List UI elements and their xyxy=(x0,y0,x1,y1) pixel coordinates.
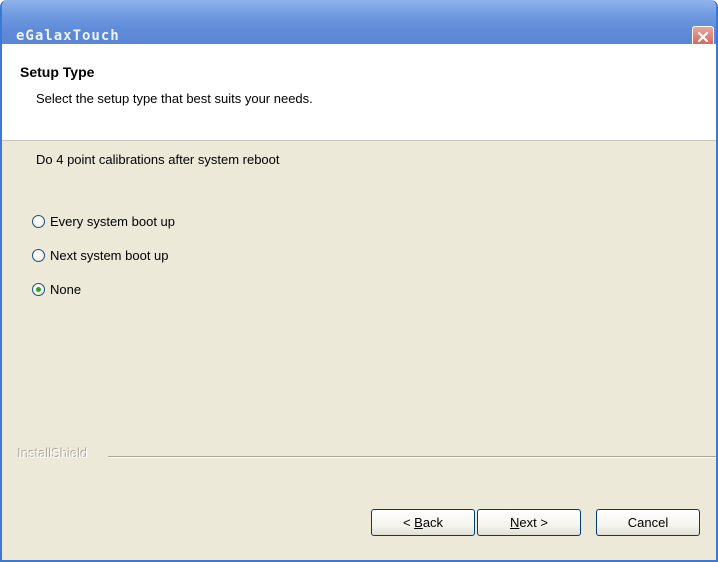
option-label: None xyxy=(50,281,82,297)
next-button[interactable]: Next > xyxy=(477,509,581,536)
next-button-label: ext > xyxy=(519,515,548,530)
page-title: Setup Type xyxy=(20,64,95,80)
calibration-prompt: Do 4 point calibrations after system reb… xyxy=(36,152,280,167)
cancel-button[interactable]: Cancel xyxy=(596,509,700,536)
window-title: eGalaxTouch xyxy=(16,28,120,44)
next-button-mnemonic: N xyxy=(510,515,520,530)
radio-next-boot[interactable] xyxy=(32,248,45,262)
back-button[interactable]: < Back xyxy=(371,509,475,536)
back-button-mnemonic: B xyxy=(414,515,423,530)
radio-none[interactable] xyxy=(32,282,45,296)
radio-selected-dot xyxy=(36,286,41,292)
option-next-boot[interactable]: Next system boot up xyxy=(32,245,169,265)
close-icon xyxy=(697,31,709,43)
option-label: Every system boot up xyxy=(50,213,175,229)
option-none[interactable]: None xyxy=(32,279,81,299)
setup-dialog: eGalaxTouch Setup Type Select the setup … xyxy=(0,0,718,562)
dialog-header: Setup Type Select the setup type that be… xyxy=(2,44,716,141)
divider xyxy=(108,456,716,458)
installshield-label: InstallShield xyxy=(18,446,89,461)
option-every-boot[interactable]: Every system boot up xyxy=(32,211,175,231)
page-subtitle: Select the setup type that best suits yo… xyxy=(36,91,313,106)
back-button-label: ack xyxy=(422,515,444,530)
option-label: Next system boot up xyxy=(50,247,169,263)
back-button-prefix: < xyxy=(402,515,415,530)
title-bar[interactable]: eGalaxTouch xyxy=(2,0,716,48)
radio-every-boot[interactable] xyxy=(32,214,45,228)
